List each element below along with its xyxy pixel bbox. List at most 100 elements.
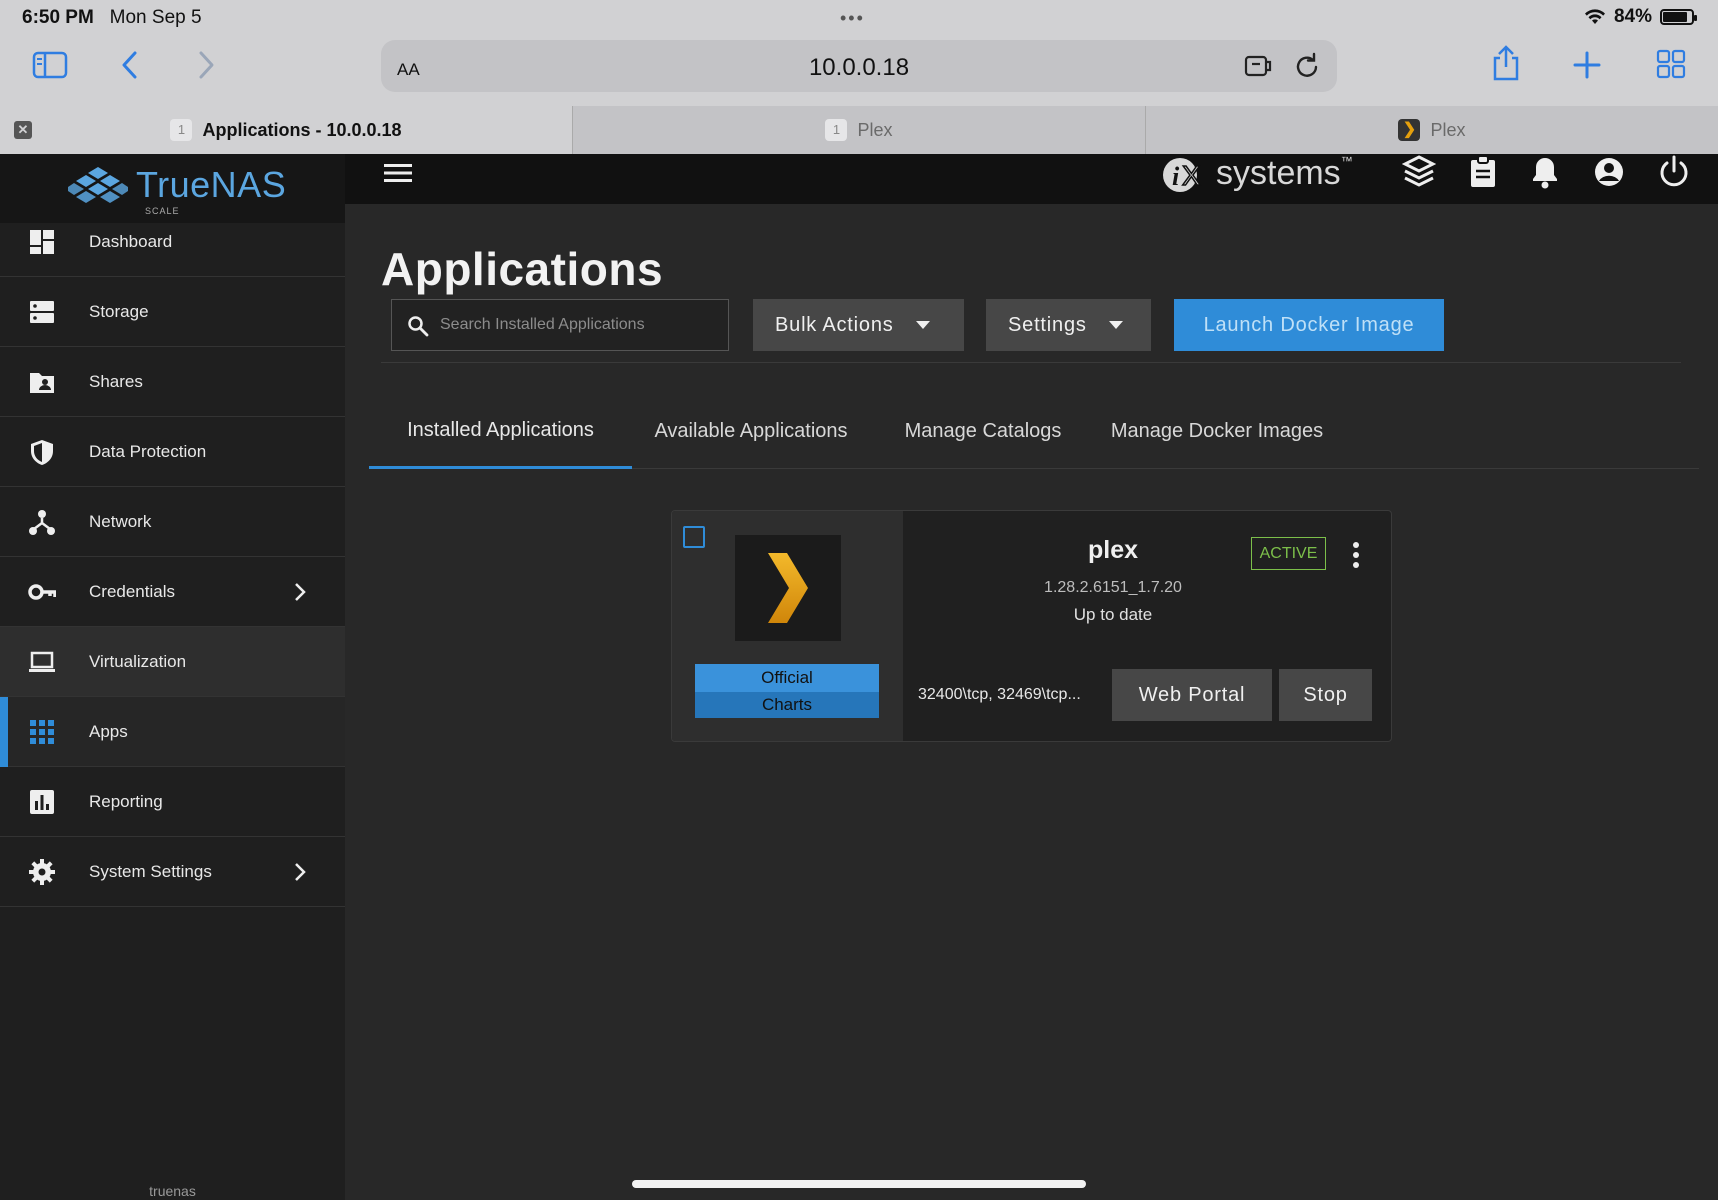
sidebar-item-label: Data Protection [89,441,207,461]
tab-label: Available Applications [654,420,848,442]
sidebar-item-label: Network [89,511,152,531]
bulk-actions-button[interactable]: Bulk Actions [753,299,964,351]
sidebar-item-dashboard[interactable]: Dashboard [0,207,345,277]
tab-label: Manage Docker Images [1110,420,1324,442]
app-card-side: Official Charts [672,511,903,741]
bell-icon[interactable] [1530,154,1560,190]
more-options-icon[interactable] [1352,541,1360,569]
truenas-mark-icon [68,167,128,203]
launch-docker-image-button[interactable]: Launch Docker Image [1174,299,1444,351]
battery-icon [1660,9,1697,25]
bulk-actions-label: Bulk Actions [775,313,894,336]
apps-tab-bar: Installed Applications Available Applica… [369,394,1699,469]
address-bar[interactable]: AA 10.0.0.18 [381,40,1337,92]
gear-icon [29,859,55,885]
sidebar: Dashboard Storage Shares Data Protection… [0,223,345,1200]
network-icon [29,510,55,535]
toolbar-divider [381,362,1681,363]
ixsystems-logo[interactable]: i Xsystems™ [1160,154,1353,195]
tab-overview-icon[interactable] [1656,49,1686,79]
reload-icon[interactable] [1293,51,1321,81]
power-icon[interactable] [1658,154,1690,190]
sidebar-item-reporting[interactable]: Reporting [0,767,345,837]
svg-text:X: X [1182,160,1201,191]
app-ports: 32400\tcp, 32469\tcp... [918,686,1081,703]
app-version: 1.28.2.6151_1.7.20 [1044,579,1182,596]
main-content: Applications Bulk Actions Settings Launc… [345,204,1718,1200]
sidebar-item-network[interactable]: Network [0,487,345,557]
home-indicator[interactable] [632,1180,1086,1188]
laptop-icon [29,651,55,672]
search-field[interactable] [391,299,729,351]
tab-available-applications[interactable]: Available Applications [640,394,862,469]
extension-icon[interactable] [1243,52,1275,80]
catalog-badge: Official [695,664,879,692]
settings-label: Settings [1008,313,1087,336]
app-card-plex: Official Charts plex 1.28.2.6151_1.7.20 … [671,510,1392,742]
sidebar-item-apps[interactable]: Apps [0,697,345,767]
vendor-name: systems [1216,154,1341,192]
apps-grid-icon [30,720,54,744]
tab-manage-catalogs[interactable]: Manage Catalogs [893,394,1073,469]
truenas-app: i Xsystems™ TrueNAS SCALE Dashboard Stora… [0,154,1718,1200]
tab-label: Manage Catalogs [904,420,1062,442]
sidebar-item-system-settings[interactable]: System Settings [0,837,345,907]
close-tab-icon[interactable]: ✕ [14,121,32,139]
tab-title: Plex [1430,119,1466,140]
sidebar-item-shares[interactable]: Shares [0,347,345,417]
plex-logo [735,535,841,641]
chevron-right-icon [295,583,306,601]
truecommand-icon[interactable] [1402,154,1436,190]
tab-installed-applications[interactable]: Installed Applications [369,394,632,469]
status-badge: ACTIVE [1251,537,1326,570]
dashboard-icon [30,230,54,254]
ios-status-bar: 6:50 PM Mon Sep 5 ••• 84% [0,0,1718,34]
sidebar-item-label: Reporting [89,791,163,811]
browser-tab-applications[interactable]: ✕ 1 Applications - 10.0.0.18 [0,106,572,154]
sidebar-item-credentials[interactable]: Credentials [0,557,345,627]
menu-toggle-icon[interactable] [383,160,413,186]
stop-button[interactable]: Stop [1279,669,1372,721]
tab-favicon: 1 [825,119,848,141]
web-portal-label: Web Portal [1138,683,1246,706]
sidebar-toggle-icon[interactable] [32,50,68,80]
web-portal-button[interactable]: Web Portal [1112,669,1272,721]
truenas-logo[interactable]: TrueNAS SCALE [68,164,287,216]
brand-name: TrueNAS [136,164,287,205]
account-icon[interactable] [1592,154,1626,190]
url-text[interactable]: 10.0.0.18 [381,54,1337,82]
clipboard-tasks-icon[interactable] [1468,154,1498,190]
back-icon[interactable] [120,50,140,80]
browser-tab-strip: ✕ 1 Applications - 10.0.0.18 1 Plex ❯ Pl… [0,106,1718,154]
chart-icon [30,790,54,814]
status-time: 6:50 PM Mon Sep 5 [22,7,202,28]
tab-title: Applications - 10.0.0.18 [202,119,402,140]
forward-icon[interactable] [196,50,216,80]
sidebar-item-data-protection[interactable]: Data Protection [0,417,345,487]
browser-tab-plex-2[interactable]: ❯ Plex [1145,106,1718,154]
storage-icon [30,301,54,323]
plex-chevron-icon [768,553,808,623]
tab-title: Plex [857,119,893,140]
search-input[interactable] [440,300,720,350]
launch-docker-label: Launch Docker Image [1203,313,1415,336]
search-icon [408,316,429,337]
sidebar-item-label: Credentials [89,581,175,601]
tab-manage-docker-images[interactable]: Manage Docker Images [1102,394,1332,469]
shares-folder-icon [30,373,54,393]
share-icon[interactable] [1490,44,1522,82]
browser-toolbar: AA 10.0.0.18 [0,34,1718,106]
sidebar-item-virtualization[interactable]: Virtualization [0,627,345,697]
svg-text:i: i [1172,162,1180,191]
browser-tab-plex-1[interactable]: 1 Plex [572,106,1145,154]
multitasking-dots-icon[interactable]: ••• [840,8,865,29]
key-icon [28,584,56,600]
battery-percent: 84% [1613,6,1652,27]
sidebar-item-storage[interactable]: Storage [0,277,345,347]
train-badge: Charts [695,692,879,718]
select-app-checkbox[interactable] [683,526,705,548]
plex-favicon-icon: ❯ [1398,119,1421,141]
stop-label: Stop [1303,683,1348,706]
new-tab-icon[interactable] [1572,50,1602,80]
settings-button[interactable]: Settings [986,299,1151,351]
